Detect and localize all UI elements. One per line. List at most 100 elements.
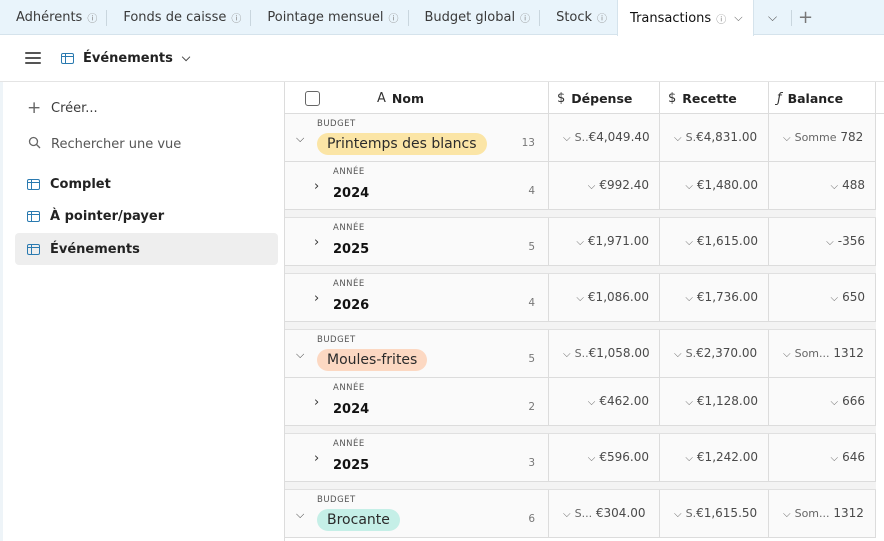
expand-icon[interactable]: ›: [314, 395, 319, 410]
column-header-balance[interactable]: ƒ Balance: [768, 82, 876, 114]
column-label: Nom: [391, 90, 424, 106]
create-label: Créer...: [51, 100, 98, 116]
hamburger-icon[interactable]: [25, 52, 41, 64]
depense-value: ⌵ €992.40: [587, 178, 649, 192]
table-row[interactable]: ANNÉE › 2026 4 ⌵ €1,086.00 ⌵ €1,736.00 ⌵ 65…: [285, 274, 876, 322]
create-view-button[interactable]: + Créer...: [15, 92, 278, 124]
recette-value: ⌵ S.€4,831.00: [674, 130, 758, 144]
chevron-down-icon: ⌵: [767, 9, 778, 24]
row-count: 6: [528, 513, 535, 525]
table-row[interactable]: BUDGET ⌵ Brocante 6 ⌵ S... €304.00 ⌵ S.€1,…: [285, 490, 876, 538]
budget-chip: Moules-frites: [317, 349, 428, 371]
search-icon: [27, 136, 41, 153]
depense-value: ⌵ S..€1,058.00: [563, 346, 650, 360]
tab-budget-global[interactable]: Budget global ⓘ: [409, 0, 541, 34]
table-header: A Nom $ Dépense $ Recette ƒ Balance: [285, 82, 884, 114]
recette-value: ⌵ S.€2,370.00: [674, 346, 758, 360]
group-label: BUDGET: [317, 335, 356, 345]
table-row[interactable]: ANNÉE › 2025 3 ⌵ €596.00 ⌵ €1,242.00 ⌵ 646: [285, 434, 876, 482]
tab-label: Pointage mensuel: [267, 9, 384, 25]
tab-adherents[interactable]: Adhérents ⓘ: [0, 0, 108, 34]
expand-icon[interactable]: ›: [314, 291, 319, 306]
search-placeholder: Rechercher une vue: [51, 136, 182, 152]
tab-stock[interactable]: Stock ⓘ: [540, 0, 617, 34]
balance-value: ⌵ Som... 1312: [783, 346, 864, 360]
row-count: 2: [528, 401, 535, 413]
year-value: 2025: [333, 242, 370, 257]
balance-value: ⌵ 488: [830, 178, 866, 192]
balance-value: ⌵ 650: [830, 290, 866, 304]
sidebar-view-complet[interactable]: Complet: [15, 168, 278, 200]
subgroup-label: ANNÉE: [333, 223, 365, 233]
row-separator: [285, 426, 876, 434]
recette-value: ⌵ S.€1,615.50: [674, 506, 758, 520]
table-row[interactable]: ANNÉE › 2024 2 ⌵ €462.00 ⌵ €1,128.00 ⌵ 666: [285, 378, 876, 426]
column-header-depense[interactable]: $ Dépense: [548, 82, 659, 114]
collapse-icon[interactable]: ⌵: [296, 132, 304, 146]
info-icon: ⓘ: [388, 13, 399, 25]
search-views-input[interactable]: Rechercher une vue: [15, 128, 278, 160]
year-value: 2024: [333, 402, 370, 417]
recette-value: ⌵ €1,242.00: [685, 450, 758, 464]
tab-fonds-de-caisse[interactable]: Fonds de caisse ⓘ: [107, 0, 252, 34]
tabs-overflow-button[interactable]: ⌵: [754, 0, 792, 34]
expand-icon[interactable]: ›: [314, 179, 319, 194]
expand-icon[interactable]: ›: [314, 451, 319, 466]
group-label: BUDGET: [317, 119, 356, 129]
info-icon: ⓘ: [716, 14, 727, 26]
add-tab-button[interactable]: +: [792, 0, 820, 34]
year-value: 2026: [333, 298, 370, 313]
tab-label: Transactions: [630, 10, 712, 26]
balance-value: ⌵ -356: [826, 234, 865, 248]
view-selector[interactable]: Événements ⌵: [61, 51, 190, 66]
info-icon: ⓘ: [87, 13, 98, 25]
table-row[interactable]: BUDGET ⌵ Moules-frites 5 ⌵ S..€1,058.00 ⌵…: [285, 330, 876, 378]
year-value: 2024: [333, 186, 370, 201]
grid-icon: [61, 52, 74, 64]
recette-value: ⌵ €1,736.00: [685, 290, 758, 304]
group-label: BUDGET: [317, 495, 356, 505]
column-header-recette[interactable]: $ Recette: [659, 82, 768, 114]
subgroup-label: ANNÉE: [333, 167, 365, 177]
row-count: 4: [528, 297, 535, 309]
dollar-icon: $: [557, 90, 566, 106]
table-row[interactable]: BUDGET ⌵ Printemps des blancs 13 ⌵ S..€4,…: [285, 114, 876, 162]
grid-icon: [27, 243, 40, 255]
depense-value: ⌵ €1,086.00: [576, 290, 649, 304]
row-count: 5: [528, 241, 535, 253]
tab-label: Budget global: [424, 9, 516, 25]
column-header-nom[interactable]: A Nom: [377, 82, 424, 114]
view-label: À pointer/payer: [50, 208, 165, 224]
collapse-icon[interactable]: ⌵: [296, 348, 304, 362]
row-separator: [285, 210, 876, 218]
expand-icon[interactable]: ›: [314, 235, 319, 250]
row-count: 4: [528, 185, 535, 197]
balance-value: ⌵ Somme 782: [783, 130, 864, 144]
select-all-checkbox[interactable]: [305, 82, 320, 114]
view-name: Événements: [83, 50, 173, 66]
tab-transactions[interactable]: Transactions ⓘ ⌵: [617, 0, 754, 36]
chevron-down-icon[interactable]: ⌵: [734, 11, 742, 25]
info-icon: ⓘ: [231, 13, 242, 25]
grid-icon: [27, 178, 40, 190]
plus-icon: +: [27, 98, 42, 118]
table-row[interactable]: ANNÉE › 2024 4 ⌵ €992.40 ⌵ €1,480.00 ⌵ 488: [285, 162, 876, 210]
row-count: 3: [528, 457, 535, 469]
depense-value: ⌵ S... €304.00: [563, 506, 646, 520]
row-count: 5: [528, 353, 535, 365]
collapse-icon[interactable]: ⌵: [296, 508, 304, 522]
tab-pointage-mensuel[interactable]: Pointage mensuel ⓘ: [251, 0, 409, 34]
subgroup-label: ANNÉE: [333, 439, 365, 449]
grid-icon: [27, 210, 40, 222]
balance-value: ⌵ Som... 1312: [783, 506, 864, 520]
text-icon: A: [377, 90, 386, 106]
tab-label: Stock: [556, 9, 593, 25]
sidebar-view-evenements[interactable]: Événements: [15, 233, 278, 265]
balance-value: ⌵ 666: [830, 394, 866, 408]
sidebar-view-a-pointer-payer[interactable]: À pointer/payer: [15, 200, 278, 232]
depense-value: ⌵ S..€4,049.40: [563, 130, 650, 144]
depense-value: ⌵ €462.00: [587, 394, 649, 408]
plus-icon: +: [798, 6, 814, 28]
dollar-icon: $: [668, 90, 677, 106]
table-row[interactable]: ANNÉE › 2025 5 ⌵ €1,971.00 ⌵ €1,615.00 ⌵ -3…: [285, 218, 876, 266]
